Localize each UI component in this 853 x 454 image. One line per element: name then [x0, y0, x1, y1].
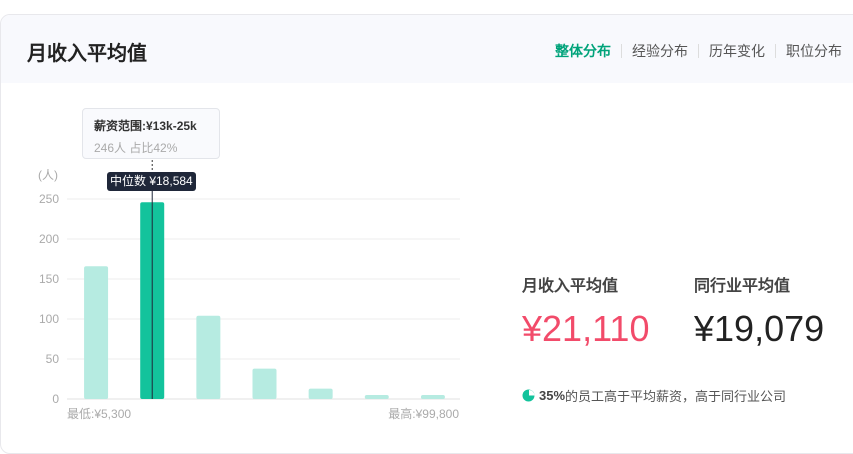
y-tick-label: 150 [39, 272, 59, 286]
my-average-label: 月收入平均值 [522, 278, 619, 295]
histogram-bar [308, 388, 333, 399]
y-tick-label: 50 [46, 352, 60, 366]
y-axis-label: (人) [38, 168, 58, 182]
industry-average: 同行业平均值 ¥19,079 [694, 272, 824, 350]
industry-average-value: ¥19,079 [694, 308, 825, 349]
note-percent: 35% [539, 388, 566, 403]
pie-chart-icon [522, 389, 535, 402]
histogram-bar [196, 315, 221, 399]
tooltip-range: 薪资范围:¥13k-25k [94, 119, 197, 133]
median-label: 中位数 ¥18,584 [107, 172, 196, 191]
my-average-value: ¥21,110 [522, 308, 650, 349]
note-text: 的员工高于平均薪资，高于同行业公司 [565, 389, 787, 404]
histogram-bar [420, 395, 445, 399]
tooltip-detail: 246人 占比42% [94, 141, 178, 155]
divider [775, 44, 776, 58]
max-salary-label: 最高:¥99,800 [388, 406, 459, 421]
tab-position[interactable]: 职位分布 [786, 41, 842, 61]
histogram-bar [252, 368, 277, 399]
min-salary-label: 最低:¥5,300 [67, 407, 131, 421]
divider [621, 44, 622, 58]
chart-tooltip: 薪资范围:¥13k-25k 246人 占比42% [82, 108, 220, 159]
histogram-bar [84, 266, 109, 399]
comparison-note: 35% 的员工高于平均薪资，高于同行业公司 [522, 386, 786, 405]
histogram-bar [364, 395, 389, 399]
distribution-tabs: 整体分布 经验分布 历年变化 职位分布 [555, 41, 842, 61]
industry-average-label: 同行业平均值 [694, 278, 791, 295]
salary-histogram: 0 50 100 150 200 250 (人) 最低:¥5,300 最高:¥99,800 [38, 160, 460, 421]
my-average: 月收入平均值 ¥21,110 [522, 272, 649, 350]
y-tick-label: 250 [39, 192, 59, 206]
tab-history[interactable]: 历年变化 [709, 41, 765, 61]
y-tick-label: 100 [39, 312, 59, 326]
tab-overall[interactable]: 整体分布 [555, 41, 611, 61]
y-tick-label: 200 [39, 232, 59, 246]
tab-experience[interactable]: 经验分布 [632, 41, 688, 61]
divider [698, 44, 699, 58]
y-tick-label: 0 [52, 392, 59, 406]
